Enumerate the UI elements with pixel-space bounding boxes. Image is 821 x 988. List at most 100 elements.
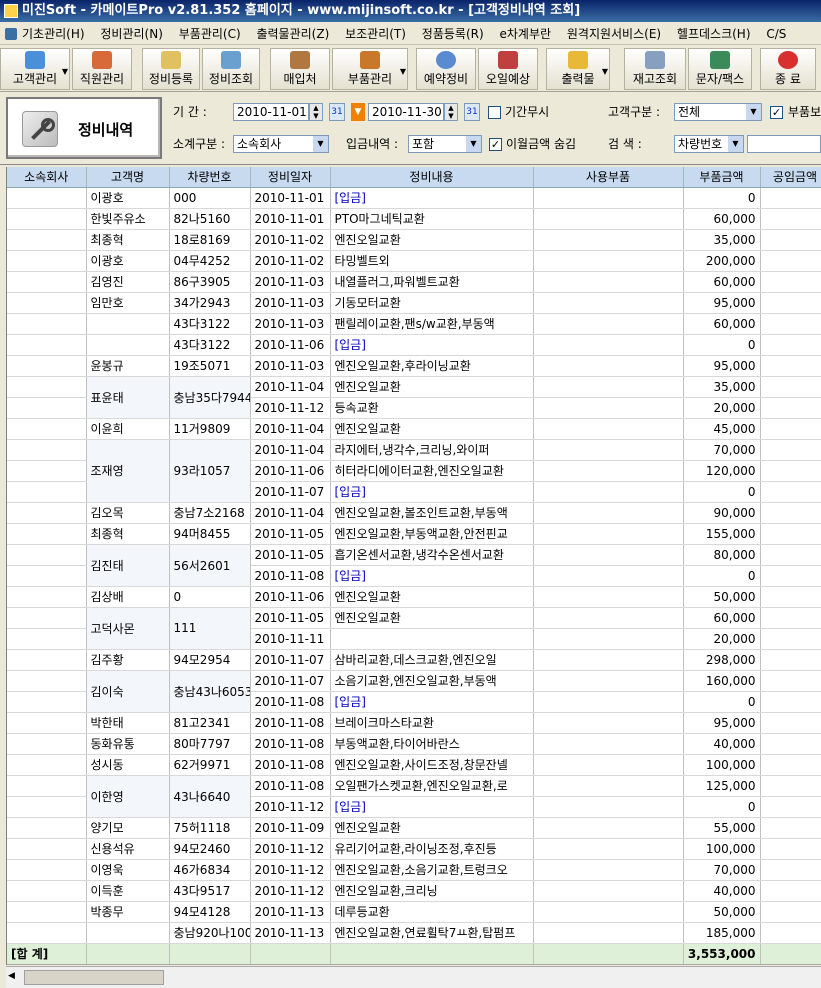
printout-button[interactable]: 출력물 ▼	[546, 48, 610, 90]
date-cell: 2010-11-13	[250, 901, 331, 923]
date-to-field[interactable]: 2010-11-30	[368, 103, 444, 121]
table-row[interactable]: 충남920나10062010-11-13엔진오일교환,연료휠탁7ㅛ환,탑펌프 18…	[7, 922, 821, 944]
company-cell	[7, 733, 87, 755]
table-row[interactable]: 김이숙 충남43나6053 2010-11-07 소음기교환,엔진오일교환,부동액 1…	[7, 670, 821, 713]
page-header-button[interactable]: 정비내역	[6, 97, 162, 159]
col-vehicle[interactable]: 차량번호	[169, 167, 251, 188]
parts-amount-cell: 60,000	[683, 271, 761, 293]
parts-amount-cell: 160,000	[683, 670, 761, 692]
service-register-button[interactable]: 정비등록	[142, 48, 200, 90]
table-row[interactable]: 박한태 81고2341 2010-11-08 브레이크마스타교환 95,000	[7, 712, 821, 734]
service-query-button[interactable]: 정비조회	[202, 48, 260, 90]
labor-amount-cell	[760, 775, 821, 797]
content-cell: 엔진오일교환,소음기교환,트렁크오	[330, 859, 534, 881]
date-cell: 2010-11-12	[250, 397, 331, 419]
table-row[interactable]: 이광호 04무4252 2010-11-02 타밍벨트외 200,000	[7, 250, 821, 272]
table-row[interactable]: 김진태 56서2601 2010-11-05 흡기온센서교환,냉각수온센서교환 80,0…	[7, 544, 821, 587]
col-parts-amount[interactable]: 부품금액	[683, 167, 761, 188]
date-cell: 2010-11-04	[250, 439, 331, 461]
col-date[interactable]: 정비일자	[250, 167, 331, 188]
menu-cs[interactable]: C/S	[760, 23, 792, 44]
vendor-button[interactable]: 매입처	[270, 48, 330, 90]
table-row[interactable]: 한빛주유소 82나5160 2010-11-01 PTO마그네틱교환 60,000	[7, 208, 821, 230]
search-field-select[interactable]: 차량번호 ▼	[674, 135, 744, 153]
table-row[interactable]: 이영욱 46가6834 2010-11-12 엔진오일교환,소음기교환,트렁크오 70,…	[7, 859, 821, 881]
search-input[interactable]	[747, 135, 821, 153]
parts-amount-cell: 20,000	[683, 397, 761, 419]
menu-print[interactable]: 출력물관리(Z)	[250, 23, 335, 44]
customer-cell: 양기모	[86, 817, 170, 839]
table-row[interactable]: 임만호 34가2943 2010-11-03 기동모터교환 95,000	[7, 292, 821, 314]
menu-helpdesk[interactable]: 헬프데스크(H)	[671, 23, 757, 44]
range-arrow-icon[interactable]: ▼	[351, 103, 365, 121]
stock-query-button[interactable]: 재고조회	[624, 48, 686, 90]
parts-amount-cell: 35,000	[683, 229, 761, 251]
table-row[interactable]: 43다3122 2010-11-06 [입금] 0	[7, 334, 821, 356]
staff-mgmt-button[interactable]: 직원관리	[72, 48, 132, 90]
menu-ecar[interactable]: e차계부란	[493, 23, 557, 44]
content-cell: [입금]	[330, 334, 534, 356]
table-row[interactable]: 성시동 62거9971 2010-11-08 엔진오일교환,사이드조정,창문잔넬 100…	[7, 754, 821, 776]
calendar-icon[interactable]: 31	[329, 103, 345, 121]
parts-cell	[533, 313, 684, 335]
date-to-spinner[interactable]: ▲ ▼	[444, 103, 458, 121]
parts-cell	[533, 229, 684, 251]
menu-register[interactable]: 정품등록(R)	[416, 23, 490, 44]
scroll-left-icon[interactable]: ◀	[8, 971, 15, 981]
menu-remote[interactable]: 원격지원서비스(E)	[561, 23, 667, 44]
col-labor-amount[interactable]: 공임금액	[760, 167, 821, 188]
parts-amount-cell: 298,000	[683, 649, 761, 671]
hide-carry-checkbox[interactable]: ✓	[489, 138, 502, 151]
menu-parts[interactable]: 부품관리(C)	[173, 23, 247, 44]
customer-mgmt-button[interactable]: 고객관리 ▼	[0, 48, 70, 90]
table-row[interactable]: 윤봉규 19조5071 2010-11-03 엔진오일교환,후라이닝교환 95,000	[7, 355, 821, 377]
person-icon	[25, 51, 45, 69]
menu-aux[interactable]: 보조관리(T)	[339, 23, 412, 44]
table-row[interactable]: 고덕사몬 111 2010-11-05 엔진오일교환 60,000	[7, 607, 821, 650]
deposit-select[interactable]: 포함 ▼	[408, 135, 482, 153]
table-row[interactable]: 최종혁 18로8169 2010-11-02 엔진오일교환 35,000	[7, 229, 821, 251]
menu-maintenance[interactable]: 정비관리(N)	[94, 23, 169, 44]
content-cell: [입금]	[330, 796, 534, 818]
exit-button[interactable]: 종 료	[760, 48, 816, 90]
scroll-thumb[interactable]	[24, 970, 164, 985]
customer-type-select[interactable]: 전체 ▼	[674, 103, 762, 121]
col-customer[interactable]: 고객명	[86, 167, 170, 188]
parts-mgmt-button[interactable]: 부품관리 ▼	[332, 48, 408, 90]
hide-carry-label: 이월금액 숨김	[506, 137, 577, 151]
horizontal-scrollbar[interactable]: ◀	[6, 966, 821, 988]
oil-forecast-button[interactable]: 오일예상	[478, 48, 538, 90]
date-from-spinner[interactable]: ▲ ▼	[309, 103, 323, 121]
table-row[interactable]: 이광호 000 2010-11-01 [입금] 0	[7, 187, 821, 209]
table-row[interactable]: 이득훈 43다9517 2010-11-12 엔진오일교환,크리닝 40,000	[7, 880, 821, 902]
calendar-icon[interactable]: 31	[464, 103, 480, 121]
table-row[interactable]: 동화유통 80마7797 2010-11-08 부동액교환,타이어바란스 40,000	[7, 733, 821, 755]
parts-checkbox[interactable]: ✓	[770, 106, 783, 119]
table-row[interactable]: 신용석유 94모2460 2010-11-12 유리기어교환,라이닝조정,후진등 100…	[7, 838, 821, 860]
table-row[interactable]: 이한영 43나6640 2010-11-08 오일팬가스켓교환,엔진오일교환,로 125…	[7, 775, 821, 818]
ignore-period-checkbox[interactable]	[488, 106, 501, 119]
table-row[interactable]: 김주황 94모2954 2010-11-07 삼바리교환,데스크교환,엔진오일 298,…	[7, 649, 821, 671]
table-row[interactable]: 최종혁 94머8455 2010-11-05 엔진오일교환,부동액교환,안전핀교 155…	[7, 523, 821, 545]
sms-fax-button[interactable]: 문자/팩스	[688, 48, 752, 90]
subtotal-select[interactable]: 소속회사 ▼	[233, 135, 329, 153]
labor-amount-cell	[760, 355, 821, 377]
deposit-label: 입금내역 :	[346, 137, 399, 151]
table-row[interactable]: 양기모 75허1118 2010-11-09 엔진오일교환 55,000	[7, 817, 821, 839]
table-row[interactable]: 김오목 충남7소2168 2010-11-04 엔진오일교환,볼조인트교환,부동액 90…	[7, 502, 821, 524]
table-row[interactable]: 박종무 94모4128 2010-11-13 데루등교환 50,000	[7, 901, 821, 923]
col-content[interactable]: 정비내용	[330, 167, 534, 188]
col-company[interactable]: 소속회사	[7, 167, 87, 188]
table-row[interactable]: 43다3122 2010-11-03 팬릴레이교환,팬s/w교환,부동액 60,000	[7, 313, 821, 335]
table-row[interactable]: 김상배 0 2010-11-06 엔진오일교환 50,000	[7, 586, 821, 608]
table-row[interactable]: 표윤태 충남35다7944 2010-11-04 엔진오일교환 35,000	[7, 376, 821, 419]
customer-cell: 최종혁	[86, 229, 170, 251]
table-row[interactable]: 이윤희 11거9809 2010-11-04 엔진오일교환 45,000	[7, 418, 821, 440]
reservation-button[interactable]: 예약정비	[416, 48, 476, 90]
col-parts[interactable]: 사용부품	[533, 167, 684, 188]
date-from-field[interactable]: 2010-11-01	[233, 103, 309, 121]
table-row[interactable]: 김영진 86구3905 2010-11-03 내열플러그,파워벨트교환 60,000	[7, 271, 821, 293]
content-cell: [입금]	[330, 481, 534, 503]
menu-basic[interactable]: 기초관리(H)	[0, 23, 91, 44]
table-row[interactable]: 조재영 93라1057 2010-11-04 라지에터,냉각수,크리닝,와이퍼 70,0…	[7, 439, 821, 503]
